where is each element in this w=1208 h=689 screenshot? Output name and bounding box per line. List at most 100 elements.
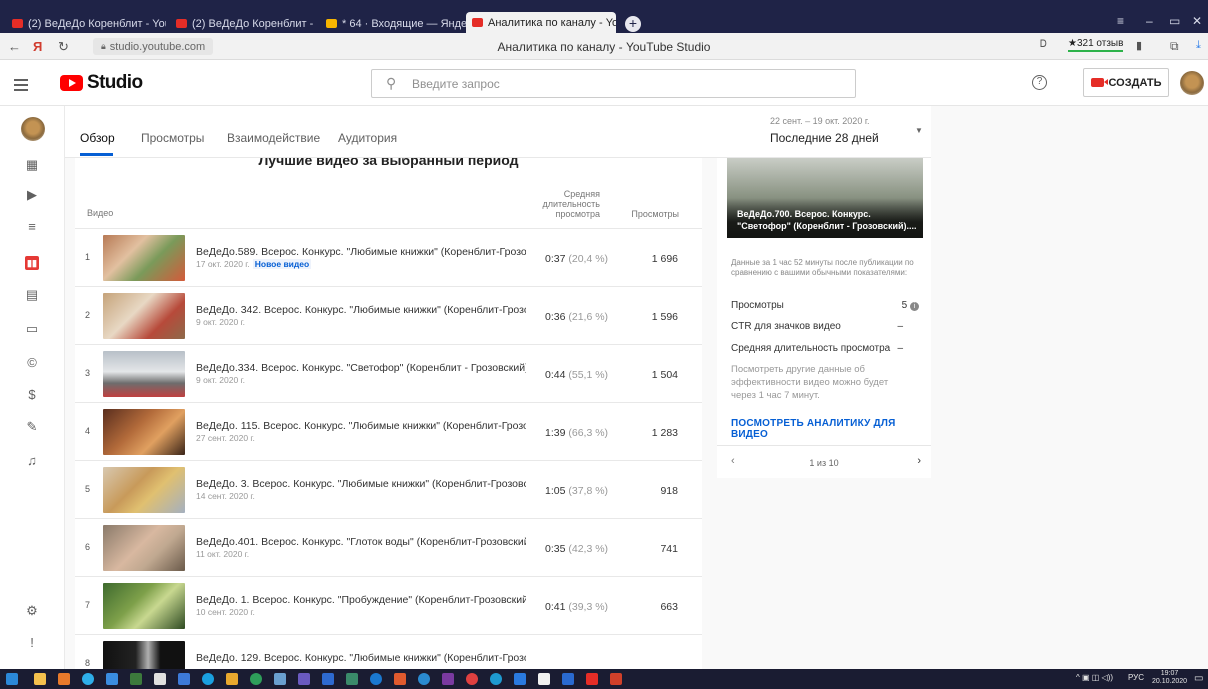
taskbar-app-icon[interactable] [130, 673, 142, 685]
video-title[interactable]: ВеДеДо. 129. Всерос. Конкурс. "Любимые к… [196, 652, 526, 664]
table-row[interactable]: 2 ВеДеДо. 342. Всерос. Конкурс. "Любимые… [75, 286, 702, 345]
playlists-icon[interactable]: ≡ [25, 220, 39, 234]
taskbar-app-icon[interactable] [370, 673, 382, 685]
table-row[interactable]: 3 ВеДеДо.334. Всерос. Конкурс. "Светофор… [75, 344, 702, 403]
tab-views[interactable]: Просмотры [141, 131, 204, 145]
video-thumbnail[interactable] [103, 409, 185, 455]
audio-library-icon[interactable]: ♫ [25, 454, 39, 468]
video-thumbnail[interactable] [103, 351, 185, 397]
analytics-icon[interactable]: ▮▮ [25, 256, 39, 270]
extensions-icon[interactable]: ⧉ [1170, 39, 1179, 54]
channel-avatar[interactable] [21, 117, 45, 141]
tab-overview[interactable]: Обзор [80, 131, 115, 145]
help-icon[interactable]: ? [1032, 75, 1047, 90]
dashboard-icon[interactable]: ▦ [25, 158, 39, 172]
video-title[interactable]: ВеДеДо.334. Всерос. Конкурс. "Светофор" … [196, 362, 526, 374]
video-thumbnail[interactable] [103, 525, 185, 571]
video-thumbnail[interactable] [103, 293, 185, 339]
taskbar-app-icon[interactable] [322, 673, 334, 685]
taskbar-app-icon[interactable] [298, 673, 310, 685]
search-box[interactable]: ⚲ [371, 69, 856, 98]
taskbar-app-icon[interactable] [418, 673, 430, 685]
table-row[interactable]: 1 ВеДеДо.589. Всерос. Конкурс. "Любимые … [75, 228, 702, 287]
subtitles-icon[interactable]: ▭ [25, 322, 39, 336]
taskbar-app-icon[interactable] [178, 673, 190, 685]
table-row[interactable]: 8 ВеДеДо. 129. Всерос. Конкурс. "Любимые… [75, 634, 702, 669]
taskbar-app-icon[interactable] [34, 673, 46, 685]
video-thumbnail[interactable] [103, 641, 185, 669]
feedback-icon[interactable]: ! [25, 636, 39, 650]
taskbar-app-icon[interactable] [538, 673, 550, 685]
studio-logo-text[interactable]: Studio [87, 72, 143, 94]
reviews-badge[interactable]: ★321 отзыв [1068, 38, 1124, 52]
notification-center-icon[interactable]: ▭ [1194, 673, 1203, 684]
video-thumbnail[interactable] [103, 583, 185, 629]
dropdown-caret-icon[interactable]: ▼ [915, 126, 923, 135]
taskbar-app-icon[interactable] [250, 673, 262, 685]
video-title[interactable]: ВеДеДо. 3. Всерос. Конкурс. "Любимые кни… [196, 478, 526, 490]
taskbar-app-icon[interactable] [202, 673, 214, 685]
taskbar-app-icon[interactable] [610, 673, 622, 685]
latest-video-title[interactable]: ВеДеДо.700. Всерос. Конкурс. "Светофор" … [737, 208, 922, 232]
new-tab-button[interactable]: + [625, 16, 641, 32]
browser-tab[interactable]: (2) ВеДеДо Коренблит - You ✕ [6, 14, 166, 33]
video-title[interactable]: ВеДеДо.401. Всерос. Конкурс. "Глоток вод… [196, 536, 526, 548]
taskbar-app-icon[interactable] [274, 673, 286, 685]
windows-start-icon[interactable] [6, 673, 18, 685]
table-row[interactable]: 5 ВеДеДо. 3. Всерос. Конкурс. "Любимые к… [75, 460, 702, 519]
column-header-avg-duration[interactable]: Средняя длительность просмотра [535, 189, 601, 219]
browser-tab[interactable]: (2) ВеДеДо Коренблит - You ✕ [170, 14, 316, 33]
column-header-views[interactable]: Просмотры [615, 209, 679, 219]
customization-icon[interactable]: ✎ [25, 420, 39, 434]
restore-icon[interactable]: ▭ [1169, 14, 1180, 28]
taskbar-app-icon[interactable] [586, 673, 598, 685]
info-icon[interactable]: i [910, 302, 919, 311]
bookmark-icon[interactable]: ▮ [1136, 39, 1142, 52]
taskbar-app-icon[interactable] [58, 673, 70, 685]
latest-video-thumbnail[interactable]: ВеДеДо.700. Всерос. Конкурс. "Светофор" … [727, 158, 923, 238]
video-title[interactable]: ВеДеДо. 1. Всерос. Конкурс. "Пробуждение… [196, 594, 526, 606]
download-icon[interactable]: ⤓ [1196, 39, 1201, 52]
reader-icon[interactable]: Ꭰ [1040, 39, 1047, 50]
table-row[interactable]: 7 ВеДеДо. 1. Всерос. Конкурс. "Пробужден… [75, 576, 702, 635]
table-row[interactable]: 6 ВеДеДо.401. Всерос. Конкурс. "Глоток в… [75, 518, 702, 577]
video-thumbnail[interactable] [103, 235, 185, 281]
search-input[interactable] [412, 75, 832, 93]
menu-icon[interactable] [14, 79, 28, 94]
settings-icon[interactable]: ⚙ [25, 604, 39, 618]
date-range-picker[interactable]: 22 сент. – 19 окт. 2020 г. Последние 28 … [770, 116, 879, 145]
taskbar-app-icon[interactable] [562, 673, 574, 685]
taskbar-app-icon[interactable] [442, 673, 454, 685]
monetization-icon[interactable]: $ [25, 388, 39, 402]
taskbar-app-icon[interactable] [394, 673, 406, 685]
taskbar-app-icon[interactable] [154, 673, 166, 685]
taskbar-app-icon[interactable] [346, 673, 358, 685]
content-icon[interactable]: ▶ [25, 188, 39, 202]
taskbar-app-icon[interactable] [106, 673, 118, 685]
search-icon[interactable]: ⚲ [386, 75, 396, 92]
chevron-right-icon[interactable]: › [917, 455, 921, 467]
tab-audience[interactable]: Аудитория [338, 131, 397, 145]
copyright-icon[interactable]: © [25, 356, 39, 370]
taskbar-app-icon[interactable] [82, 673, 94, 685]
close-window-icon[interactable]: ✕ [1192, 14, 1202, 28]
video-title[interactable]: ВеДеДо. 342. Всерос. Конкурс. "Любимые к… [196, 304, 526, 316]
clock[interactable]: 19:07 20.10.2020 [1152, 670, 1187, 686]
browser-tab[interactable]: * 64 · Входящие — Яндекс.П ✕ [320, 14, 466, 33]
comments-icon[interactable]: ▤ [25, 288, 39, 302]
notifications-icon[interactable]: ≡ [1117, 14, 1124, 28]
tray-icons[interactable]: ^ ▣ ◫ ◁)) [1076, 673, 1113, 682]
tab-engagement[interactable]: Взаимодействие [227, 131, 320, 145]
youtube-logo-icon[interactable] [60, 75, 83, 91]
video-title[interactable]: ВеДеДо.589. Всерос. Конкурс. "Любимые кн… [196, 246, 526, 258]
taskbar-app-icon[interactable] [466, 673, 478, 685]
taskbar-app-icon[interactable] [226, 673, 238, 685]
table-row[interactable]: 4 ВеДеДо. 115. Всерос. Конкурс. "Любимые… [75, 402, 702, 461]
taskbar-app-icon[interactable] [490, 673, 502, 685]
taskbar-app-icon[interactable] [514, 673, 526, 685]
video-title[interactable]: ВеДеДо. 115. Всерос. Конкурс. "Любимые к… [196, 420, 526, 432]
account-avatar[interactable] [1180, 71, 1204, 95]
browser-tab-active[interactable]: Аналитика по каналу - YouT ✕ [466, 12, 616, 33]
create-button[interactable]: СОЗДАТЬ [1083, 68, 1169, 97]
video-thumbnail[interactable] [103, 467, 185, 513]
